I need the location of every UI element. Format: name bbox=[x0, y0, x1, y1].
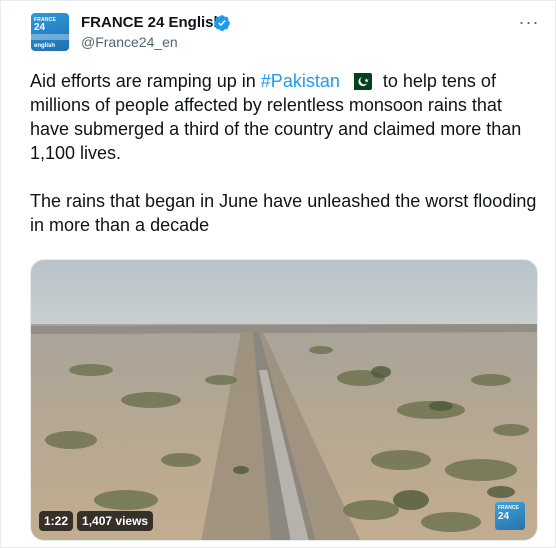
watermark-number: 24 bbox=[498, 511, 510, 522]
video-meta: 1:22 1,407 views bbox=[39, 511, 154, 531]
tweet-header: FRANCE 24 english FRANCE 24 English @Fra… bbox=[31, 13, 541, 53]
tweet-text: Aid efforts are ramping up in #Pakistan … bbox=[30, 69, 544, 237]
avatar-logo-bottom: english bbox=[34, 43, 56, 49]
pakistan-flag-icon bbox=[347, 73, 372, 90]
france24-watermark-logo: FRANCE 24 bbox=[495, 502, 525, 530]
tweet-card[interactable]: FRANCE 24 english FRANCE 24 English @Fra… bbox=[0, 0, 556, 548]
account-handle[interactable]: @France24_en bbox=[81, 34, 178, 50]
avatar-stripe bbox=[31, 34, 69, 40]
verified-badge-icon bbox=[214, 15, 230, 31]
tweet-paragraph-2: The rains that began in June have unleas… bbox=[30, 191, 537, 235]
video-thumbnail bbox=[31, 260, 537, 540]
hashtag-link[interactable]: #Pakistan bbox=[261, 71, 340, 91]
video-duration: 1:22 bbox=[39, 511, 74, 531]
tweet-text-p1-before: Aid efforts are ramping up in bbox=[30, 71, 261, 91]
tweet-paragraph-1: Aid efforts are ramping up in #Pakistan … bbox=[30, 69, 544, 165]
avatar[interactable]: FRANCE 24 english bbox=[31, 13, 69, 51]
more-options-button[interactable]: ··· bbox=[517, 13, 541, 35]
video-views: 1,407 views bbox=[77, 511, 154, 531]
avatar-logo-number: 24 bbox=[34, 22, 46, 33]
display-name[interactable]: FRANCE 24 English bbox=[81, 14, 223, 31]
video-player[interactable]: 1:22 1,407 views FRANCE 24 bbox=[30, 259, 538, 541]
